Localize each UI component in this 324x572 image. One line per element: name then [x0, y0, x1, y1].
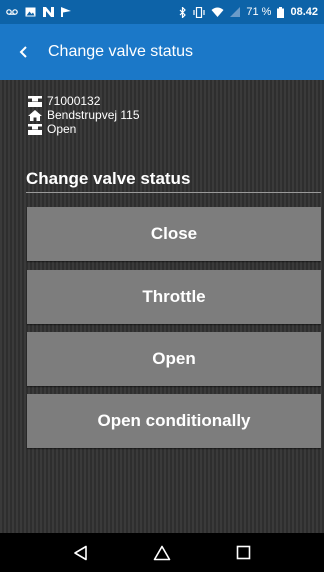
home-icon	[28, 109, 42, 121]
bluetooth-icon	[179, 6, 187, 18]
signal-icon	[230, 7, 241, 17]
n-icon	[43, 7, 54, 17]
close-valve-button[interactable]: Close	[27, 207, 321, 261]
nav-back-button[interactable]	[61, 533, 101, 572]
page-title: Change valve status	[48, 43, 193, 60]
back-triangle-icon	[73, 545, 87, 560]
status-bar-right: 71 % 08.42	[179, 6, 318, 18]
status-row: Open	[28, 122, 140, 136]
valve-status: Open	[47, 122, 77, 136]
back-chevron-icon	[19, 46, 27, 58]
section-divider	[26, 192, 321, 193]
address: Bendstrupvej 115	[47, 108, 140, 122]
open-valve-button[interactable]: Open	[27, 332, 321, 386]
navigation-bar	[0, 533, 324, 572]
open-conditionally-button[interactable]: Open conditionally	[27, 394, 321, 448]
valve-status-icon	[28, 123, 42, 135]
voicemail-icon	[6, 9, 18, 15]
content-area: 71000132 Bendstrupvej 115 Open Change va…	[0, 80, 324, 533]
app-bar: Change valve status	[0, 24, 324, 80]
valve-info: 71000132 Bendstrupvej 115 Open	[28, 94, 140, 136]
battery-percent: 71 %	[246, 6, 272, 18]
status-bar-left	[6, 7, 72, 17]
back-button[interactable]	[0, 24, 48, 80]
section-title: Change valve status	[26, 169, 191, 188]
clock: 08.42	[290, 6, 318, 18]
nav-home-button[interactable]	[142, 533, 182, 572]
home-icon	[153, 545, 171, 560]
recents-icon	[236, 545, 251, 560]
valve-icon	[28, 95, 42, 107]
image-icon	[25, 7, 36, 17]
flag-icon	[61, 7, 71, 17]
vibrate-icon	[193, 6, 205, 18]
status-bar: 71 % 08.42	[0, 0, 324, 24]
battery-icon	[277, 6, 285, 18]
nav-recents-button[interactable]	[223, 533, 263, 572]
valve-id-row: 71000132	[28, 94, 140, 108]
throttle-valve-button[interactable]: Throttle	[27, 270, 321, 324]
wifi-icon	[211, 7, 224, 17]
address-row: Bendstrupvej 115	[28, 108, 140, 122]
valve-id: 71000132	[47, 94, 101, 108]
